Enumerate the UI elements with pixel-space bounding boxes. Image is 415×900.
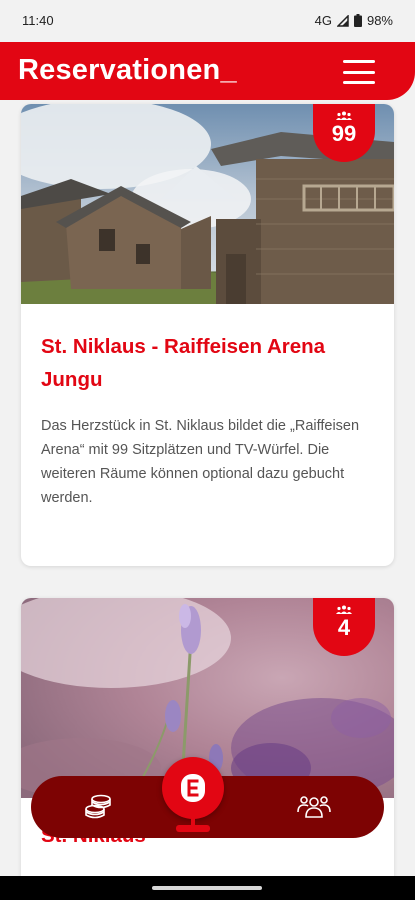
nav-group-button[interactable] — [296, 789, 332, 825]
status-icons: 4G 98% — [315, 13, 393, 28]
signal-icon — [336, 14, 349, 27]
room-title[interactable]: St. Niklaus - Raiffeisen Arena Jungu — [41, 330, 371, 396]
room-card[interactable]: 99 St. Niklaus - Raiffeisen Arena Jungu … — [21, 104, 394, 566]
battery-level: 98% — [366, 13, 393, 28]
status-bar: 11:40 4G 98% — [0, 0, 415, 42]
people-icon — [336, 605, 352, 614]
people-icon — [336, 111, 352, 120]
alpine-wooden-huts-photo: 99 — [21, 104, 394, 304]
hamburger-menu-icon — [343, 60, 375, 63]
nav-home-button[interactable] — [162, 757, 224, 847]
status-time: 11:40 — [22, 13, 54, 28]
capacity-number: 4 — [337, 615, 351, 640]
room-description: Das Herzstück in St. Niklaus bildet die … — [41, 418, 360, 506]
network-label: 4G — [314, 13, 332, 28]
coins-icon — [85, 794, 111, 819]
page-title: Reservationen_ — [18, 54, 237, 86]
room-card[interactable]: 4 St. Niklaus — [21, 598, 394, 898]
gesture-handle[interactable] — [152, 886, 262, 890]
group-icon — [297, 796, 331, 818]
nav-coins-button[interactable] — [81, 789, 117, 825]
raiffeisen-logo-icon — [181, 774, 205, 802]
menu-button[interactable] — [343, 60, 375, 84]
app-header: Reservationen_ — [0, 42, 415, 100]
battery-icon — [353, 14, 362, 27]
capacity-number: 99 — [331, 121, 357, 146]
